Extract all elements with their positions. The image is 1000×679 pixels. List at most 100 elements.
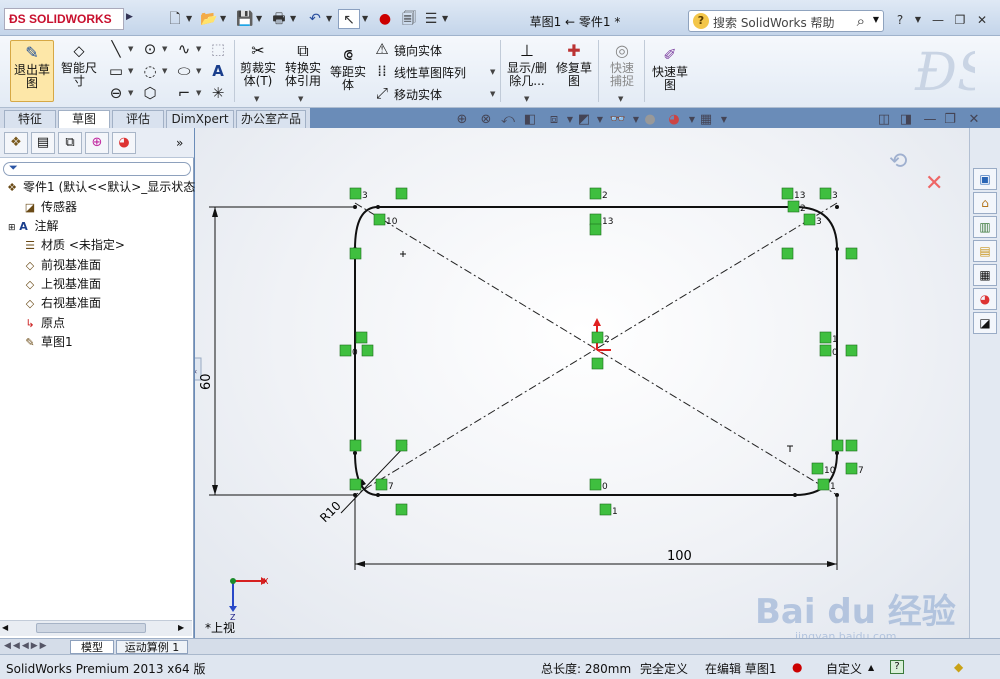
dimension-radius-text[interactable]: R10 bbox=[317, 499, 344, 526]
help-search-input[interactable]: 搜索 SolidWorks 帮助 bbox=[713, 14, 835, 31]
tree-item-right-plane[interactable]: ◇ 右视基准面 bbox=[22, 294, 101, 312]
arc-dropdown-icon[interactable]: ▼ bbox=[162, 67, 167, 75]
cancel-sketch-icon[interactable]: ✕ bbox=[925, 171, 943, 196]
restore-icon[interactable]: ❐ bbox=[952, 12, 968, 28]
dimension-height-text[interactable]: 60 bbox=[199, 373, 214, 390]
design-library-icon[interactable]: ⌂ bbox=[973, 192, 997, 214]
scroll-thumb[interactable] bbox=[36, 623, 146, 633]
slot-dropdown-icon[interactable]: ▼ bbox=[128, 89, 133, 97]
relation-glyph[interactable] bbox=[845, 462, 858, 475]
dimension-60[interactable]: 60 bbox=[199, 206, 353, 496]
plane-icon[interactable]: ⬚ bbox=[208, 40, 228, 58]
rapid-sketch-button[interactable]: ✐ 快速草图 bbox=[648, 46, 692, 92]
view-settings-dropdown-icon[interactable]: ▼ bbox=[715, 112, 733, 128]
move-dropdown-icon[interactable]: ▼ bbox=[490, 90, 495, 98]
relation-glyph[interactable] bbox=[355, 331, 368, 344]
offset-entities-button[interactable]: ⟃ 等距实体 bbox=[328, 46, 368, 92]
dimension-width-text[interactable]: 100 bbox=[667, 549, 692, 564]
dimxpert-manager-tab-icon[interactable]: ⊕ bbox=[85, 132, 109, 154]
zoom-to-fit-icon[interactable]: ⊕ bbox=[453, 112, 471, 128]
help-icon[interactable]: ? bbox=[892, 12, 908, 28]
options-icon[interactable]: ☰ bbox=[420, 9, 442, 29]
repair-sketch-button[interactable]: ✚ 修复草图 bbox=[554, 42, 594, 88]
view-palette-icon[interactable]: ▦ bbox=[973, 264, 997, 286]
units-dropdown-icon[interactable]: ▲ bbox=[868, 663, 874, 672]
relation-glyph[interactable] bbox=[817, 478, 830, 491]
tab-scroll-arrows-icon[interactable]: ◀◀◀▶▶ bbox=[4, 641, 49, 651]
tab-sketch[interactable]: 草图 bbox=[58, 110, 110, 129]
new-dropdown-icon[interactable]: ▼ bbox=[186, 9, 194, 29]
appearances-icon[interactable]: ◕ bbox=[973, 288, 997, 310]
doc-close-icon[interactable]: ✕ bbox=[965, 112, 983, 128]
relation-glyph[interactable] bbox=[589, 213, 602, 226]
search-icon[interactable]: ⌕ bbox=[857, 12, 865, 30]
rebuild-traffic-light-icon[interactable]: ● bbox=[374, 9, 396, 29]
smart-dimension-button[interactable]: ⬦ 智能尺寸 bbox=[58, 42, 100, 88]
display-style-dropdown-icon[interactable]: ▼ bbox=[591, 112, 609, 128]
relation-glyph[interactable] bbox=[845, 344, 858, 357]
line-dropdown-icon[interactable]: ▼ bbox=[128, 45, 133, 53]
scroll-right-icon[interactable]: ▶ bbox=[178, 623, 184, 632]
folder-icon[interactable]: ▤ bbox=[973, 240, 997, 262]
pattern-dropdown-icon[interactable]: ▼ bbox=[490, 68, 495, 76]
text-icon[interactable]: A bbox=[208, 62, 228, 80]
open-folder-icon[interactable]: 📂 bbox=[198, 9, 220, 29]
relation-glyph[interactable] bbox=[599, 503, 612, 516]
rebuild-status-icon[interactable]: ● bbox=[792, 660, 802, 674]
expand-plus-icon[interactable]: ⊞ bbox=[8, 223, 16, 233]
relation-glyph[interactable] bbox=[845, 247, 858, 260]
custom-properties-icon[interactable]: ◪ bbox=[973, 312, 997, 334]
print-icon[interactable]: 🖶 bbox=[268, 9, 290, 29]
relation-glyph[interactable] bbox=[787, 200, 800, 213]
tree-item-sensors[interactable]: ◪ 传感器 bbox=[22, 198, 77, 216]
tag-icon[interactable]: ◆ bbox=[954, 660, 963, 674]
arc-icon[interactable]: ◌ bbox=[140, 62, 160, 80]
select-dropdown-icon[interactable]: ▼ bbox=[362, 9, 370, 29]
relation-glyph[interactable] bbox=[589, 187, 602, 200]
sketch-svg[interactable]: ‹ ⟲ ✕ 100 60 R10 321331 bbox=[195, 128, 969, 638]
save-dropdown-icon[interactable]: ▼ bbox=[256, 9, 264, 29]
search-dropdown-icon[interactable]: ▼ bbox=[873, 15, 879, 24]
solidworks-resources-icon[interactable]: ▣ bbox=[973, 168, 997, 190]
zoom-to-area-icon[interactable]: ⊗ bbox=[477, 112, 495, 128]
expand-panel-icon[interactable]: » bbox=[176, 136, 183, 150]
undo-dropdown-icon[interactable]: ▼ bbox=[326, 9, 334, 29]
relation-glyph[interactable] bbox=[589, 478, 602, 491]
split-view-2-icon[interactable]: ◨ bbox=[897, 112, 915, 128]
trim-entities-button[interactable]: ✂ 剪裁实体(T) bbox=[238, 42, 278, 88]
tree-root-part[interactable]: ❖ 零件1 (默认<<默认>_显示状态 bbox=[4, 178, 195, 196]
relation-glyph[interactable] bbox=[373, 213, 386, 226]
trim-dropdown-icon[interactable]: ▼ bbox=[254, 95, 259, 103]
rectangle-icon[interactable]: ▭ bbox=[106, 62, 126, 80]
relation-glyph[interactable] bbox=[349, 247, 362, 260]
print-dropdown-icon[interactable]: ▼ bbox=[290, 9, 298, 29]
tab-evaluate[interactable]: 评估 bbox=[112, 110, 164, 128]
tree-item-material[interactable]: ☰ 材质 <未指定> bbox=[22, 236, 125, 254]
tree-item-annotations[interactable]: ⊞ A 注解 bbox=[8, 217, 59, 235]
apply-scene-icon[interactable]: ◕ bbox=[665, 112, 683, 128]
doc-minimize-icon[interactable]: — bbox=[921, 112, 939, 128]
mirror-entities-button[interactable]: 镜向实体 bbox=[394, 42, 442, 59]
tab-model[interactable]: 模型 bbox=[70, 640, 114, 654]
line-icon[interactable]: ╲ bbox=[106, 40, 126, 58]
display-manager-tab-icon[interactable]: ◕ bbox=[112, 132, 136, 154]
help-search-box[interactable]: ? 搜索 SolidWorks 帮助 ⌕ ▼ bbox=[688, 10, 884, 32]
move-entities-button[interactable]: 移动实体 bbox=[394, 86, 442, 103]
spline-icon[interactable]: ∿ bbox=[174, 40, 194, 58]
convert-dropdown-icon[interactable]: ▼ bbox=[298, 95, 303, 103]
relation-glyph[interactable] bbox=[591, 357, 604, 370]
relation-glyph[interactable] bbox=[831, 439, 844, 452]
relation-glyph[interactable] bbox=[395, 439, 408, 452]
linear-pattern-icon[interactable]: ⁞⁞ bbox=[372, 62, 392, 80]
relation-glyph[interactable] bbox=[349, 187, 362, 200]
quick-snaps-button[interactable]: ◎ 快速捕捉 bbox=[602, 42, 642, 88]
relation-glyph[interactable] bbox=[803, 213, 816, 226]
relation-glyph[interactable] bbox=[349, 439, 362, 452]
relation-glyph[interactable] bbox=[781, 187, 794, 200]
ellipse-icon[interactable]: ⬭ bbox=[174, 62, 194, 80]
relation-glyph[interactable] bbox=[589, 223, 602, 236]
undo-icon[interactable]: ↶ bbox=[304, 9, 326, 29]
edit-appearance-icon[interactable]: ● bbox=[641, 112, 659, 128]
configuration-manager-tab-icon[interactable]: ⧉ bbox=[58, 132, 82, 154]
tree-filter[interactable]: ⏷ bbox=[3, 161, 191, 176]
